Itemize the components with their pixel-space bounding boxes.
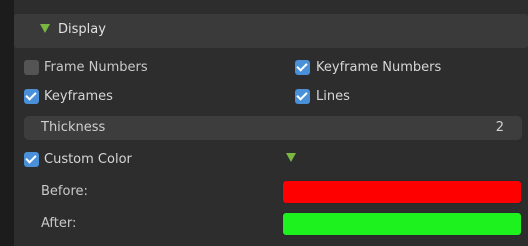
after-label: After: [41, 216, 77, 231]
keyframe-numbers-checkbox[interactable] [295, 60, 310, 75]
custom-color-expand-icon[interactable] [286, 153, 296, 162]
lines-checkbox[interactable] [295, 89, 310, 104]
keyframe-numbers-label: Keyframe Numbers [316, 60, 442, 75]
keyframes-label: Keyframes [44, 89, 113, 104]
lines-label: Lines [316, 89, 350, 104]
thickness-value: 2 [495, 120, 504, 135]
display-panel-header[interactable]: Display [14, 14, 528, 48]
thickness-label: Thickness [41, 120, 106, 135]
panel-title: Display [58, 22, 106, 37]
before-label: Before: [41, 184, 88, 199]
after-color-swatch[interactable] [282, 212, 522, 236]
custom-color-checkbox[interactable] [24, 152, 39, 167]
thickness-field[interactable]: Thickness 2 [24, 116, 522, 140]
keyframes-checkbox[interactable] [24, 89, 39, 104]
expand-triangle-icon[interactable] [40, 24, 50, 33]
custom-color-label: Custom Color [44, 152, 132, 167]
before-color-swatch[interactable] [282, 180, 522, 204]
frame-numbers-checkbox[interactable] [24, 60, 39, 75]
frame-numbers-label: Frame Numbers [44, 60, 148, 75]
